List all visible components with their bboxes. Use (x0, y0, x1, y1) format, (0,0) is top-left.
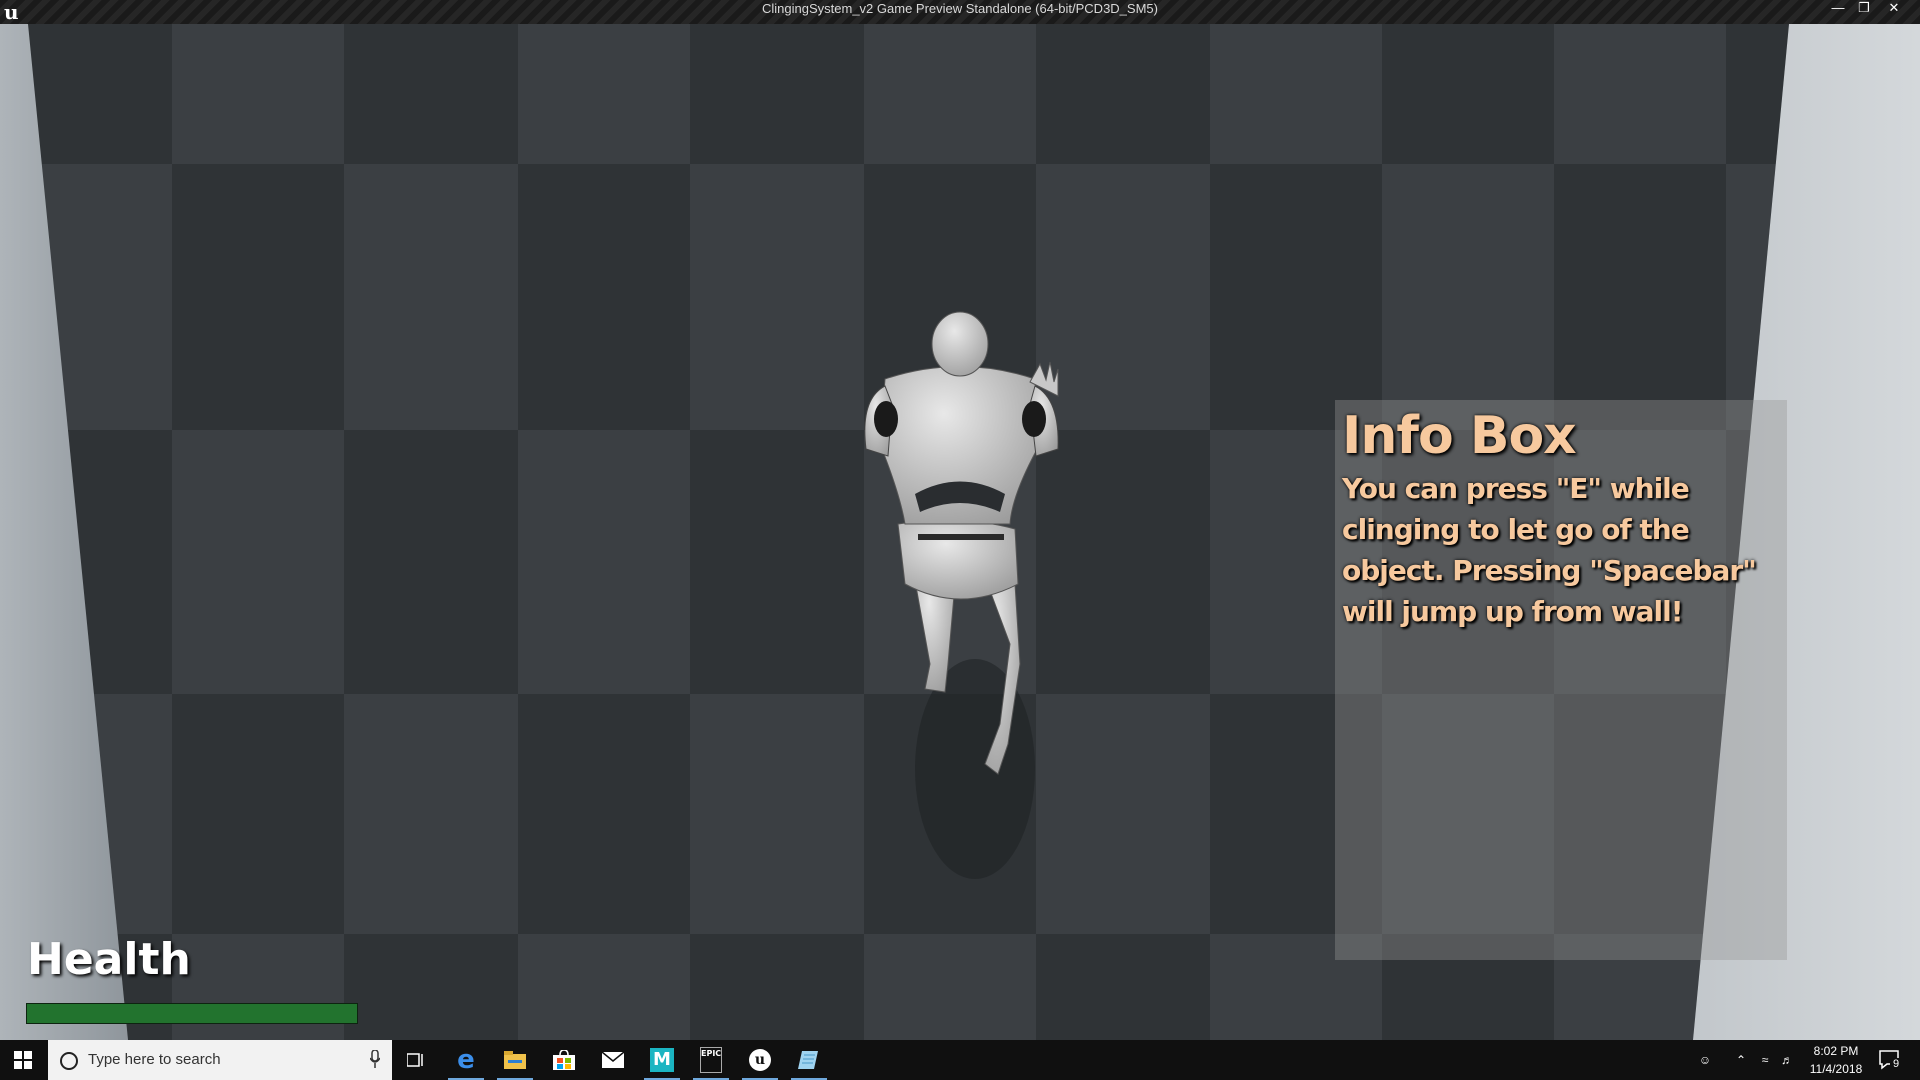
store-icon[interactable] (540, 1040, 588, 1080)
windows-logo-icon (14, 1051, 32, 1069)
mail-icon[interactable] (589, 1040, 637, 1080)
floor-tile (1036, 24, 1210, 164)
microphone-icon[interactable] (370, 1050, 380, 1068)
floor-tile (1036, 694, 1210, 934)
floor-tile (518, 694, 690, 934)
floor-tile (172, 934, 344, 1040)
floor-tile (518, 934, 690, 1040)
clock-date: 11/4/2018 (1809, 1062, 1863, 1076)
info-box-body: You can press "E" while clinging to let … (1342, 472, 1757, 628)
floor-tile (172, 24, 344, 164)
floor-tile (1382, 24, 1554, 164)
floor-tile (172, 164, 344, 430)
floor-tile (864, 24, 1036, 164)
chevron-up-icon[interactable]: ⌃ (1730, 1040, 1752, 1080)
notepad-icon[interactable] (785, 1040, 833, 1080)
floor-tile (518, 164, 690, 430)
epic-games-icon[interactable]: EPIC (687, 1040, 735, 1080)
floor-tile (1036, 164, 1210, 430)
game-viewport[interactable]: Info Box You can press "E" while clingin… (0, 24, 1920, 1040)
network-icon[interactable]: ≈ (1754, 1040, 1776, 1080)
floor-tile (518, 24, 690, 164)
floor-tile (1554, 24, 1726, 164)
taskbar-clock[interactable]: 8:02 PM 11/4/2018 (1796, 1042, 1876, 1078)
floor-tile (1554, 164, 1726, 430)
restore-icon[interactable]: ❐ (1852, 0, 1876, 18)
close-icon[interactable]: ✕ (1882, 0, 1906, 18)
cortana-icon (60, 1052, 78, 1070)
floor-tile (344, 694, 518, 934)
floor-tile (1210, 24, 1382, 164)
floor-tile (344, 24, 518, 164)
info-box-title: Info Box (1342, 406, 1577, 466)
volume-icon[interactable]: ♬ (1776, 1040, 1798, 1080)
edge-icon[interactable]: e (442, 1040, 490, 1080)
info-box-panel: Info Box You can press "E" while clingin… (1335, 400, 1787, 960)
floor-tile (518, 430, 690, 694)
floor-tile (690, 430, 864, 694)
health-bar (26, 1003, 358, 1024)
window-titlebar[interactable]: u ClingingSystem_v2 Game Preview Standal… (0, 0, 1920, 24)
unreal-engine-icon[interactable]: u (736, 1040, 784, 1080)
window-title: ClingingSystem_v2 Game Preview Standalon… (762, 1, 1158, 16)
floor-tile (1036, 430, 1210, 694)
floor-tile (172, 430, 344, 694)
floor-tile (1382, 164, 1554, 430)
file-explorer-icon[interactable] (491, 1040, 539, 1080)
floor-tile (690, 164, 864, 430)
start-button[interactable] (0, 1040, 46, 1080)
floor-tile (864, 934, 1036, 1040)
floor-tile (344, 164, 518, 430)
notification-count: 9 (1890, 1058, 1902, 1071)
floor-tile (690, 934, 864, 1040)
floor-tile (1036, 934, 1210, 1040)
floor-tile (172, 694, 344, 934)
task-view-icon[interactable] (392, 1040, 440, 1080)
people-icon[interactable]: ☺ (1692, 1040, 1718, 1080)
floor-tile (344, 934, 518, 1040)
floor-tile (690, 694, 864, 934)
search-placeholder: Type here to search (88, 1051, 221, 1068)
health-label: Health (27, 934, 191, 985)
clock-time: 8:02 PM (1813, 1044, 1859, 1058)
windows-taskbar: Type here to search e M EPIC u ☺ ⌃ ≈ ♬ 8… (0, 1040, 1920, 1080)
floor-tile (1210, 164, 1382, 430)
notification-center-icon[interactable]: 9 (1878, 1048, 1902, 1072)
minimize-icon[interactable]: — (1826, 0, 1850, 18)
floor-tile (690, 24, 864, 164)
malwarebytes-icon[interactable]: M (638, 1040, 686, 1080)
floor-tile (344, 430, 518, 694)
taskbar-search-box[interactable]: Type here to search (48, 1040, 392, 1080)
health-bar-fill (27, 1004, 357, 1023)
